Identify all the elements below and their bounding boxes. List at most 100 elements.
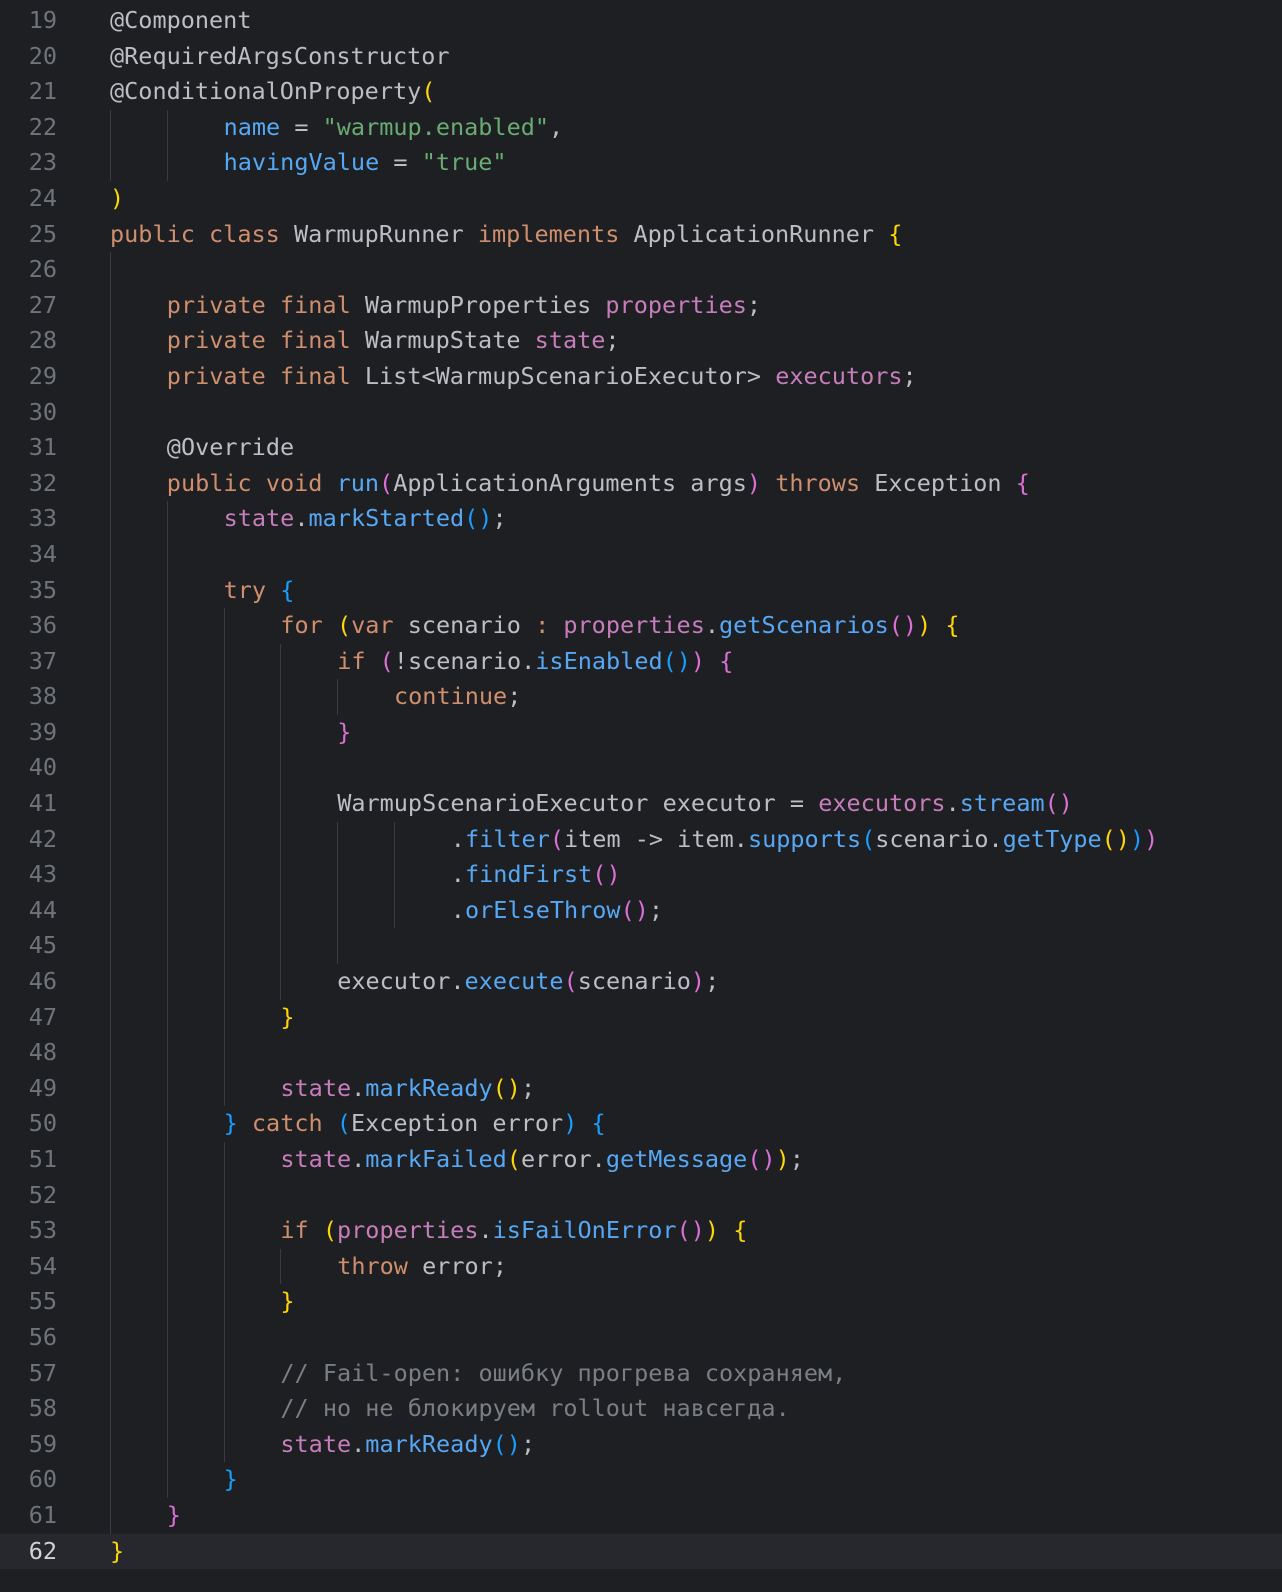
code-line[interactable]: 36 for (var scenario : properties.getScen… [0, 608, 1282, 644]
code-text: private final WarmupProperties propertie… [167, 288, 761, 324]
code-editor[interactable]: 19 @Component 20 @RequiredArgsConstructor 21… [0, 3, 1282, 1570]
code-line[interactable]: 61} [0, 1497, 1282, 1534]
code-token: properties [605, 290, 747, 319]
code-line[interactable]: 52 [0, 1177, 1282, 1214]
code-text: } [224, 1462, 238, 1498]
code-token: List<WarmupScenarioExecutor> [364, 361, 776, 390]
code-token: ) [775, 1145, 790, 1173]
line-number: 45 [28, 931, 57, 960]
code-line[interactable]: 21 @ConditionalOnProperty( [0, 74, 1282, 110]
code-line[interactable]: 28 private final WarmupState state; [0, 323, 1282, 359]
line-number: 27 [28, 290, 57, 319]
code-line[interactable]: 30 [0, 394, 1282, 431]
indent-guide [223, 750, 225, 787]
line-number: 25 [28, 219, 57, 248]
code-line[interactable]: 25 public class WarmupRunner implements A… [0, 217, 1282, 253]
code-token: filter [464, 824, 550, 853]
code-token: . [450, 824, 465, 853]
code-token: . [945, 789, 960, 818]
code-line[interactable]: 26 [0, 252, 1282, 288]
code-line[interactable]: 48 [0, 1035, 1282, 1071]
code-text: // но не блокируем rollout навсегда. [280, 1391, 789, 1427]
code-text: name = "warmup.enabled", [224, 110, 564, 146]
code-line[interactable]: 46 executor.execute(scenario); [0, 964, 1282, 1000]
code-line[interactable]: 37 if (!scenario.isEnabled()) { [0, 643, 1282, 680]
code-token: ) [110, 183, 125, 212]
line-number: 57 [28, 1358, 57, 1387]
code-line[interactable]: 43 .findFirst() [0, 857, 1282, 893]
code-token: ) [1129, 824, 1145, 853]
code-line[interactable]: 58 // но не блокируем rollout навсегда. [0, 1391, 1282, 1427]
code-line[interactable]: 27 private final WarmupProperties propert… [0, 287, 1282, 324]
indent-guide [280, 964, 282, 1000]
code-line[interactable]: 59 state.markReady(); [0, 1426, 1282, 1463]
code-line[interactable]: 34 [0, 536, 1282, 573]
code-line[interactable]: 57 // Fail-open: ошибку прогрева сохраняе… [0, 1355, 1282, 1392]
code-line[interactable]: 33 state.markStarted(); [0, 501, 1282, 537]
code-line[interactable]: 23 havingValue = "true" [0, 145, 1282, 181]
code-token: scenario [577, 967, 691, 996]
code-token: isFailOnError [492, 1216, 677, 1245]
indent-guide [223, 1213, 225, 1249]
code-line[interactable]: 29 private final List<WarmupScenarioExecu… [0, 358, 1282, 395]
code-token: ; [605, 326, 620, 355]
code-line[interactable]: 50} catch (Exception error) { [0, 1106, 1282, 1142]
indent-guide [166, 714, 168, 751]
indent-guide [166, 1355, 168, 1392]
code-line[interactable]: 45 [0, 928, 1282, 965]
code-text: ) [110, 181, 124, 217]
line-number: 58 [28, 1394, 57, 1423]
code-line[interactable]: 40 [0, 750, 1282, 787]
indent-guide [223, 1142, 225, 1178]
indent-guide [110, 1355, 111, 1392]
code-line[interactable]: 20 @RequiredArgsConstructor [0, 39, 1282, 75]
indent-guide [223, 1355, 225, 1392]
code-token: public class [110, 219, 294, 248]
code-line[interactable]: 44 .orElseThrow(); [0, 892, 1282, 929]
code-token: ; [789, 1145, 804, 1173]
code-line[interactable]: 24) [0, 181, 1282, 217]
code-line[interactable]: 39} [0, 714, 1282, 751]
code-token: . [704, 611, 720, 640]
indent-guide [110, 714, 111, 751]
code-line[interactable]: 32 public void run(ApplicationArguments a… [0, 465, 1282, 502]
code-token: markReady [365, 1429, 493, 1458]
code-token: for [280, 611, 337, 640]
indent-guide [166, 1070, 168, 1107]
code-line[interactable]: 31 @Override [0, 430, 1282, 466]
indent-guide [166, 1106, 168, 1142]
line-number: 62 [28, 1536, 57, 1565]
code-line[interactable]: 22 name = "warmup.enabled", [0, 109, 1282, 146]
code-line[interactable]: 60} [0, 1462, 1282, 1498]
indent-guide [110, 1248, 111, 1285]
code-token: ( [506, 1145, 521, 1173]
code-line[interactable]: 38 continue; [0, 679, 1282, 715]
code-line[interactable]: 49 state.markReady(); [0, 1070, 1282, 1107]
code-line[interactable]: 35 try { [0, 572, 1282, 609]
code-line[interactable]: 42 .filter(item -> item.supports(scenario… [0, 821, 1282, 858]
indent-guide [280, 1248, 282, 1285]
code-token: ( [861, 824, 876, 853]
code-token: @RequiredArgsConstructor [110, 41, 450, 70]
code-line[interactable]: 47} [0, 999, 1282, 1036]
code-line[interactable]: 51 state.markFailed(error.getMessage()); [0, 1142, 1282, 1178]
code-line[interactable]: 41 WarmupScenarioExecutor executor = exec… [0, 786, 1282, 822]
code-line[interactable]: 62} [0, 1533, 1282, 1570]
code-token: throws [761, 468, 875, 497]
line-number: 36 [28, 611, 57, 640]
code-line[interactable]: 56 [0, 1319, 1282, 1356]
code-line[interactable]: 19 @Component [0, 3, 1282, 39]
indent-guide [223, 1248, 225, 1285]
code-token: () [492, 1073, 521, 1102]
line-number: 33 [28, 504, 57, 533]
code-token: supports [747, 824, 862, 853]
code-token: ( [421, 77, 436, 106]
code-token: ApplicationArguments args [393, 468, 747, 497]
indent-guide [280, 750, 282, 787]
line-number: 37 [28, 646, 57, 675]
code-line[interactable]: 55} [0, 1284, 1282, 1320]
code-line[interactable]: 53 if (properties.isFailOnError()) { [0, 1213, 1282, 1249]
code-line[interactable]: 54 throw error; [0, 1248, 1282, 1285]
code-token: . [450, 895, 465, 924]
code-token: name [223, 112, 281, 141]
